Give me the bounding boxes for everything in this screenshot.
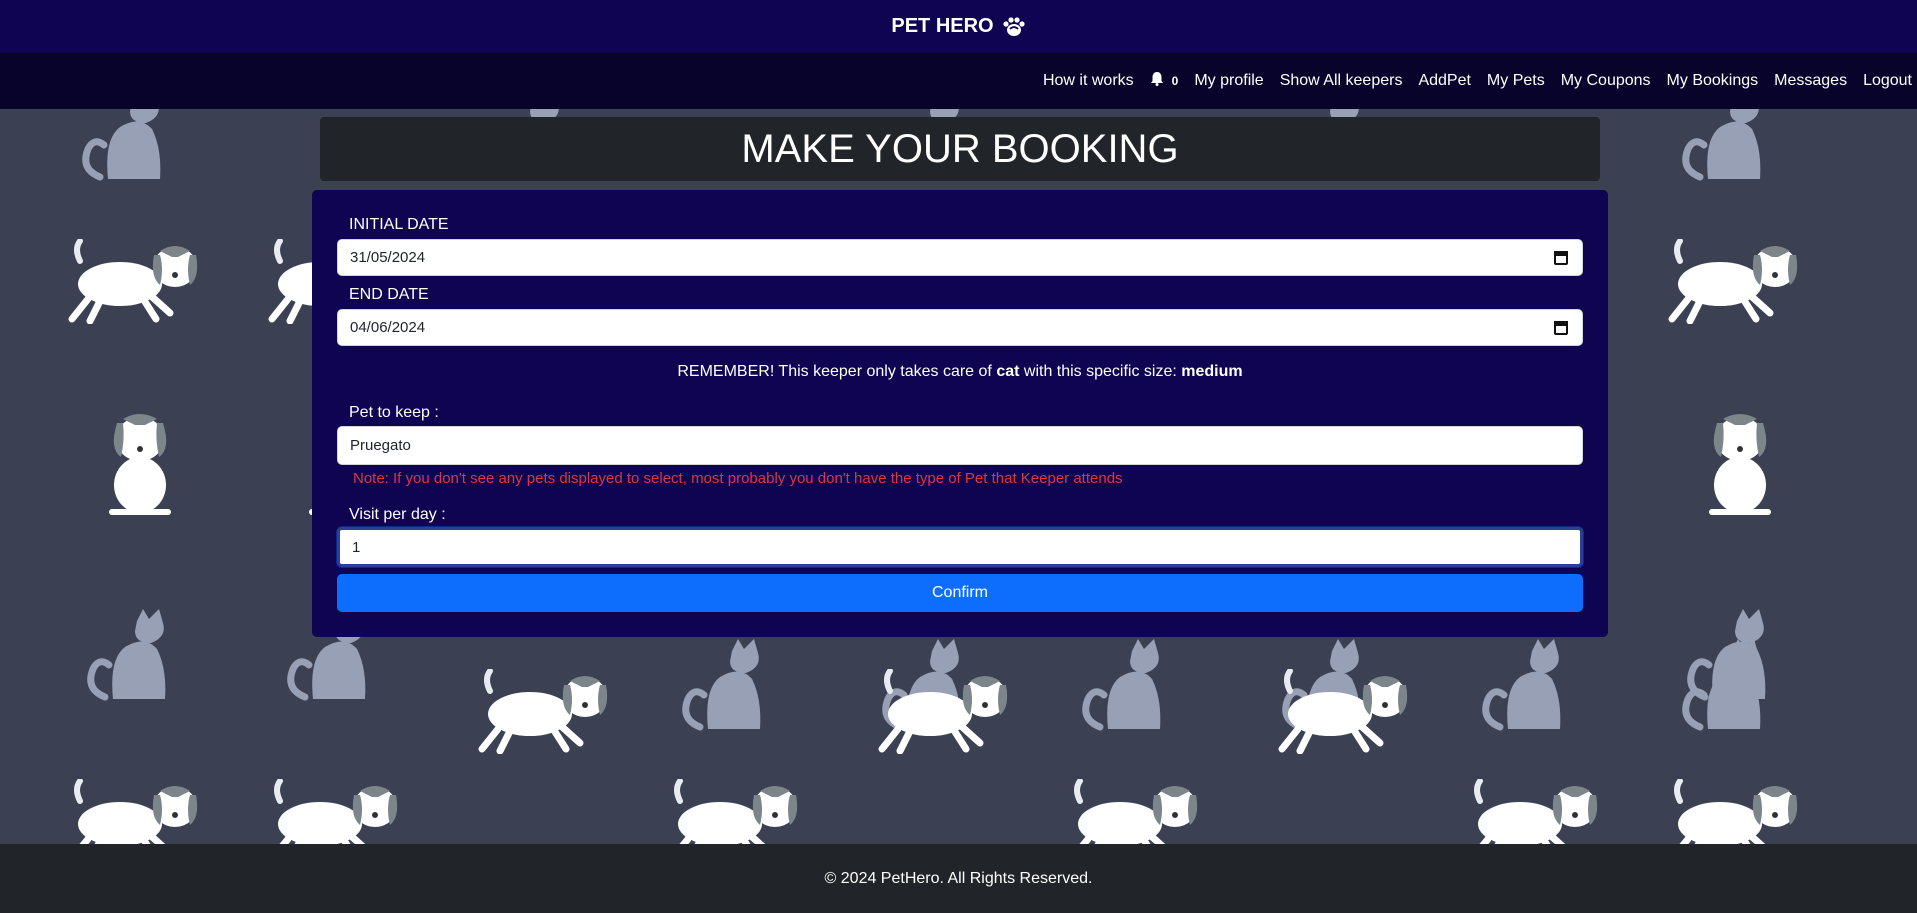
cat-illustration: [1080, 639, 1170, 739]
booking-form: INITIAL DATE 31/05/2024 END DATE 04/06/2…: [312, 190, 1608, 637]
dog-illustration: [60, 238, 210, 329]
nav-how-it-works[interactable]: How it works: [1043, 72, 1134, 90]
dog-illustration: [1660, 238, 1810, 329]
dog-illustration: [470, 668, 620, 759]
calendar-icon[interactable]: [1554, 320, 1568, 335]
dog-illustration: [95, 409, 185, 524]
brand-title[interactable]: PET HERO: [891, 15, 993, 38]
nav-my-coupons[interactable]: My Coupons: [1561, 72, 1651, 90]
dog-illustration: [260, 778, 410, 844]
end-date-value: 04/06/2024: [350, 319, 426, 336]
paw-icon: [1002, 16, 1026, 38]
remember-text: REMEMBER! This keeper only takes care of…: [312, 363, 1608, 381]
dog-illustration: [60, 778, 210, 844]
cat-illustration: [80, 109, 170, 189]
footer-text: © 2024 PetHero. All Rights Reserved.: [824, 869, 1093, 887]
pet-select[interactable]: Pruegato: [337, 426, 1583, 465]
nav-my-pets[interactable]: My Pets: [1487, 72, 1545, 90]
end-date-input[interactable]: 04/06/2024: [337, 309, 1583, 346]
dog-illustration: [1270, 668, 1420, 759]
nav-show-all-keepers[interactable]: Show All keepers: [1280, 72, 1403, 90]
visits-per-day-input[interactable]: 1: [337, 527, 1583, 567]
calendar-icon[interactable]: [1554, 250, 1568, 265]
nav-add-pet[interactable]: AddPet: [1418, 72, 1470, 90]
dog-illustration: [1695, 409, 1785, 524]
cat-illustration: [680, 639, 770, 739]
bell-icon: [1150, 71, 1164, 91]
initial-date-value: 31/05/2024: [350, 249, 426, 266]
visits-per-day-value: 1: [352, 538, 361, 556]
nav-logout[interactable]: Logout: [1863, 72, 1912, 90]
dog-illustration: [1460, 778, 1610, 844]
dog-illustration: [660, 778, 810, 844]
brand-bar: PET HERO: [0, 0, 1917, 53]
cat-illustration: [85, 609, 175, 709]
pet-note: Note: If you don't see any pets displaye…: [353, 470, 1123, 487]
pet-size: medium: [1181, 363, 1243, 380]
page-title: MAKE YOUR BOOKING: [320, 117, 1600, 181]
main-nav: How it works 0 My profile Show All keepe…: [0, 53, 1917, 109]
remember-prefix: REMEMBER! This keeper only takes care of: [677, 363, 997, 380]
initial-date-label: INITIAL DATE: [349, 216, 449, 233]
nav-my-profile[interactable]: My profile: [1194, 72, 1263, 90]
cat-illustration: [1680, 639, 1770, 739]
dog-illustration: [1060, 778, 1210, 844]
notifications-button[interactable]: 0: [1150, 71, 1179, 91]
visits-label: Visit per day :: [349, 506, 446, 523]
notification-count: 0: [1171, 74, 1179, 88]
pet-label: Pet to keep :: [349, 404, 439, 421]
dog-illustration: [1660, 778, 1810, 844]
initial-date-input[interactable]: 31/05/2024: [337, 239, 1583, 276]
pet-type: cat: [996, 363, 1020, 380]
confirm-button[interactable]: Confirm: [337, 574, 1583, 612]
cat-illustration: [1680, 109, 1770, 189]
pet-select-value: Pruegato: [350, 437, 411, 454]
nav-my-bookings[interactable]: My Bookings: [1667, 72, 1759, 90]
remember-middle: with this specific size:: [1019, 363, 1182, 380]
footer: © 2024 PetHero. All Rights Reserved.: [0, 844, 1917, 913]
nav-messages[interactable]: Messages: [1774, 72, 1847, 90]
end-date-label: END DATE: [349, 286, 429, 303]
cat-illustration: [1480, 639, 1570, 739]
dog-illustration: [870, 668, 1020, 759]
